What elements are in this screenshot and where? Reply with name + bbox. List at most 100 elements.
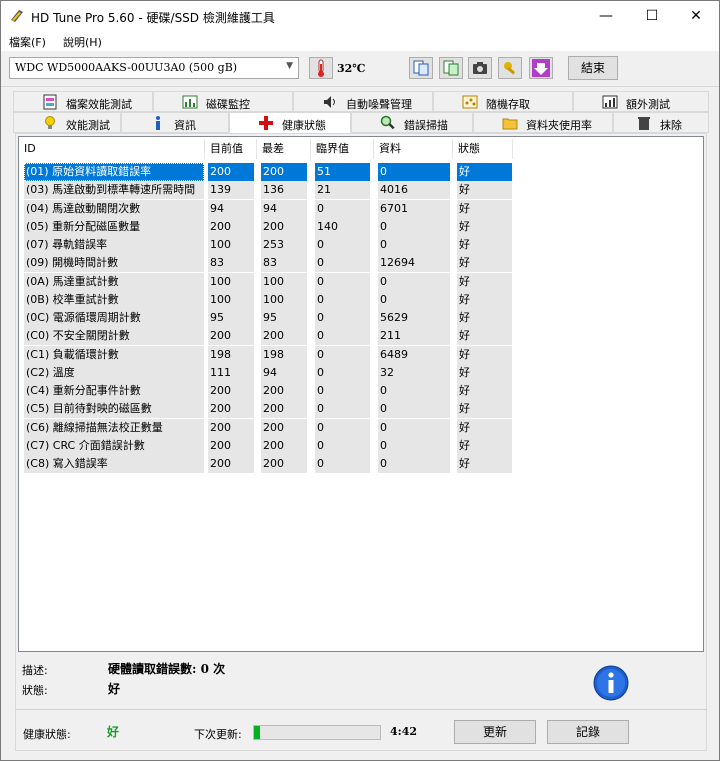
- menu-help[interactable]: 說明(H): [63, 34, 102, 50]
- cell-id: (01) 原始資料讀取錯誤率: [24, 163, 204, 181]
- minimize-button[interactable]: —: [583, 1, 629, 31]
- update-button[interactable]: 更新: [454, 720, 536, 744]
- hd-tune-app-icon: [11, 10, 23, 22]
- column-header-threshold[interactable]: 臨界值: [311, 139, 374, 159]
- cell-id: (C2) 溫度: [24, 363, 204, 382]
- cell-current: 95: [208, 309, 254, 327]
- tab-label: 健康狀態: [282, 119, 326, 132]
- cell-id: (03) 馬達啟動到標準轉速所需時間: [24, 181, 204, 200]
- cell-data: 0: [378, 163, 450, 181]
- screenshot-button[interactable]: [468, 57, 492, 79]
- tab-benchmark[interactable]: 效能測試: [13, 112, 121, 133]
- info-icon: [156, 116, 160, 130]
- cell-worst: 200: [261, 455, 307, 473]
- cell-status: 好: [457, 418, 512, 437]
- cell-id: (C0) 不安全關閉計數: [24, 327, 204, 346]
- copy-text-button[interactable]: [409, 57, 433, 79]
- chevron-down-icon: ▼: [286, 61, 293, 71]
- cell-worst: 200: [261, 436, 307, 455]
- exit-button[interactable]: 結束: [568, 56, 618, 80]
- column-header-status[interactable]: 狀態: [453, 139, 513, 159]
- next-update-countdown: 4:42: [390, 725, 418, 738]
- save-button[interactable]: [529, 57, 553, 79]
- tab-noise-management[interactable]: 自動噪聲管理: [293, 91, 433, 112]
- cell-status: 好: [457, 290, 512, 309]
- cell-status: 好: [457, 254, 512, 273]
- cell-current: 200: [208, 382, 254, 400]
- tab-disk-monitor[interactable]: 磁碟監控: [153, 91, 293, 112]
- log-button[interactable]: 記錄: [547, 720, 629, 744]
- column-header-data[interactable]: 資料: [374, 139, 453, 159]
- copy-screenshot-button[interactable]: [439, 57, 463, 79]
- close-button[interactable]: ✕: [673, 1, 719, 31]
- cell-data: 0: [378, 217, 450, 236]
- cell-current: 200: [208, 400, 254, 419]
- options-button[interactable]: [498, 57, 522, 79]
- column-header-current[interactable]: 目前值: [205, 139, 257, 159]
- cell-status: 好: [457, 345, 512, 364]
- cell-threshold: 0: [315, 254, 370, 273]
- tab-label: 效能測試: [66, 119, 110, 132]
- cell-threshold: 0: [315, 290, 370, 309]
- cell-current: 100: [208, 290, 254, 309]
- cell-worst: 83: [261, 254, 307, 273]
- tab-label: 錯誤掃描: [404, 119, 448, 132]
- drive-select[interactable]: WDC WD5000AAKS-00UU3A0 (500 gB) ▼: [9, 57, 299, 79]
- menu-file[interactable]: 檔案(F): [9, 34, 46, 50]
- file-benchmark-icon: [43, 94, 57, 110]
- tab-error-scan[interactable]: 錯誤掃描: [351, 112, 473, 133]
- cell-worst: 100: [261, 272, 307, 291]
- cell-worst: 198: [261, 345, 307, 364]
- tab-health[interactable]: 健康狀態: [229, 112, 351, 133]
- tab-label: 資料夾使用率: [526, 119, 592, 132]
- cell-current: 111: [208, 363, 254, 382]
- cell-threshold: 0: [315, 400, 370, 419]
- tab-label: 抹除: [660, 119, 682, 132]
- cell-id: (C6) 離線掃描無法校正數量: [24, 418, 204, 437]
- tab-folder-usage[interactable]: 資料夾使用率: [473, 112, 613, 133]
- cell-threshold: 0: [315, 363, 370, 382]
- cell-status: 好: [457, 236, 512, 254]
- cell-current: 200: [208, 327, 254, 346]
- cell-worst: 200: [261, 217, 307, 236]
- copy-icon: [413, 60, 429, 76]
- temperature-button[interactable]: [309, 57, 333, 79]
- cell-current: 198: [208, 345, 254, 364]
- cell-status: 好: [457, 400, 512, 419]
- tab-file-benchmark[interactable]: 檔案效能測試: [13, 91, 153, 112]
- smart-attribute-table[interactable]: ID 目前值 最差 臨界值 資料 狀態 (01) 原始資料讀取錯誤率 200 200…: [18, 136, 704, 652]
- thermometer-icon: [318, 59, 324, 77]
- tab-strip: 檔案效能測試 磁碟監控 自動噪聲管理 隨機存取 額外測試 效能測試 資訊 健康狀…: [13, 91, 709, 133]
- attribute-status-value: 好: [108, 682, 121, 696]
- magnifier-icon: [380, 115, 395, 130]
- health-status-label: 健康狀態:: [23, 728, 71, 741]
- cell-worst: 95: [261, 309, 307, 327]
- maximize-button[interactable]: ☐: [629, 1, 675, 31]
- cell-status: 好: [457, 181, 512, 200]
- cell-status: 好: [457, 455, 512, 473]
- tab-extra-tests[interactable]: 額外測試: [573, 91, 709, 112]
- cell-data: 0: [378, 418, 450, 437]
- cell-current: 100: [208, 272, 254, 291]
- cell-worst: 94: [261, 199, 307, 218]
- tab-label: 磁碟監控: [206, 98, 250, 111]
- cell-current: 200: [208, 217, 254, 236]
- cell-id: (05) 重新分配磁區數量: [24, 217, 204, 236]
- download-arrow-icon: [532, 59, 550, 77]
- cell-threshold: 21: [315, 181, 370, 200]
- tab-random-access[interactable]: 隨機存取: [433, 91, 573, 112]
- cell-id: (C5) 目前待對映的磁區數: [24, 400, 204, 419]
- column-header-id[interactable]: ID: [19, 139, 205, 159]
- tab-erase[interactable]: 抹除: [613, 112, 709, 133]
- extra-tests-icon: [602, 95, 618, 109]
- cell-id: (C8) 寫入錯誤率: [24, 455, 204, 473]
- tab-info[interactable]: 資訊: [121, 112, 229, 133]
- cell-worst: 200: [261, 418, 307, 437]
- cell-id: (09) 開機時間計數: [24, 254, 204, 273]
- column-header-worst[interactable]: 最差: [257, 139, 311, 159]
- health-panel: ID 目前值 最差 臨界值 資料 狀態 (01) 原始資料讀取錯誤率 200 200…: [15, 133, 707, 751]
- tab-label: 額外測試: [626, 98, 670, 111]
- drive-select-value: WDC WD5000AAKS-00UU3A0 (500 gB): [15, 61, 238, 74]
- info-circle-icon[interactable]: [593, 665, 629, 701]
- cell-current: 200: [208, 455, 254, 473]
